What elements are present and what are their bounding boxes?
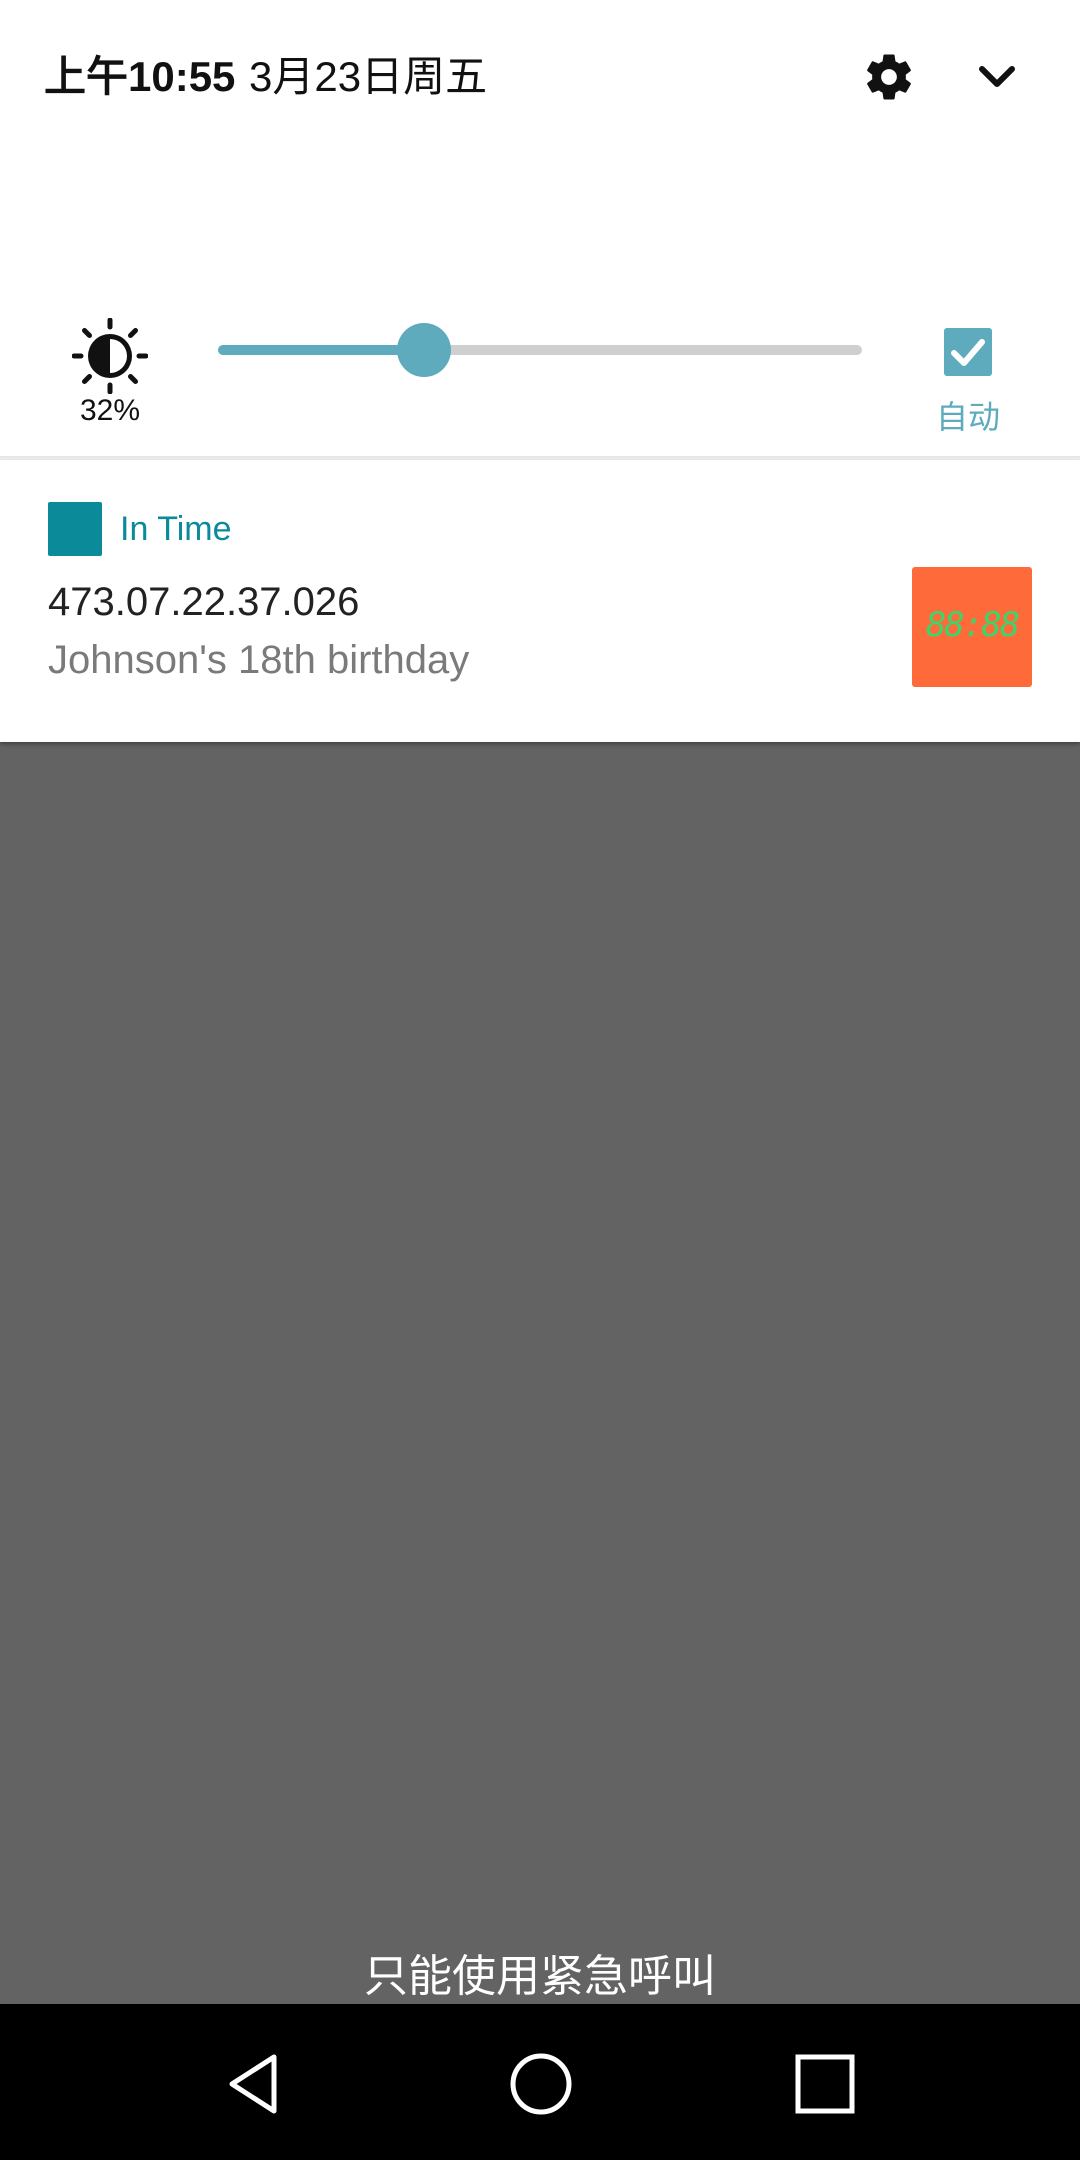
back-triangle-icon[interactable] bbox=[222, 2051, 288, 2117]
recents-square-icon[interactable] bbox=[795, 2054, 855, 2114]
notification-text: Johnson's 18th birthday bbox=[48, 638, 470, 682]
notification-app-name: In Time bbox=[120, 510, 232, 548]
gear-icon[interactable] bbox=[862, 50, 916, 104]
screen: 上午10:55 3月23日周五 32% 自动 In Time 473.07.22… bbox=[0, 0, 1080, 2160]
brightness-slider-fill bbox=[218, 345, 424, 355]
notification-thumbnail: 88:88 bbox=[912, 567, 1032, 687]
chevron-down-icon[interactable] bbox=[972, 55, 1022, 99]
app-square-icon bbox=[48, 502, 102, 556]
quick-settings-header: 上午10:55 3月23日周五 bbox=[0, 0, 1080, 160]
status-date[interactable]: 3月23日周五 bbox=[249, 52, 487, 102]
brightness-slider[interactable] bbox=[218, 323, 862, 377]
brightness-slider-thumb[interactable] bbox=[397, 323, 451, 377]
notification-title: 473.07.22.37.026 bbox=[48, 580, 360, 624]
status-time: 上午10:55 bbox=[44, 53, 236, 100]
auto-brightness-checkbox[interactable] bbox=[944, 328, 992, 376]
notification-card[interactable]: In Time 473.07.22.37.026 Johnson's 18th … bbox=[0, 460, 1080, 742]
brightness-percent: 32% bbox=[79, 394, 141, 427]
brightness-row: 32% 自动 bbox=[0, 300, 1080, 450]
brightness-icon bbox=[72, 318, 148, 394]
home-circle-icon[interactable] bbox=[508, 2051, 574, 2117]
clock-digits: 88:88 bbox=[925, 605, 1020, 645]
auto-brightness-label[interactable]: 自动 bbox=[918, 392, 1018, 438]
navigation-bar bbox=[0, 2004, 1080, 2160]
emergency-call-text[interactable]: 只能使用紧急呼叫 bbox=[0, 1940, 1080, 2004]
quick-settings-panel: 上午10:55 3月23日周五 32% 自动 bbox=[0, 0, 1080, 458]
